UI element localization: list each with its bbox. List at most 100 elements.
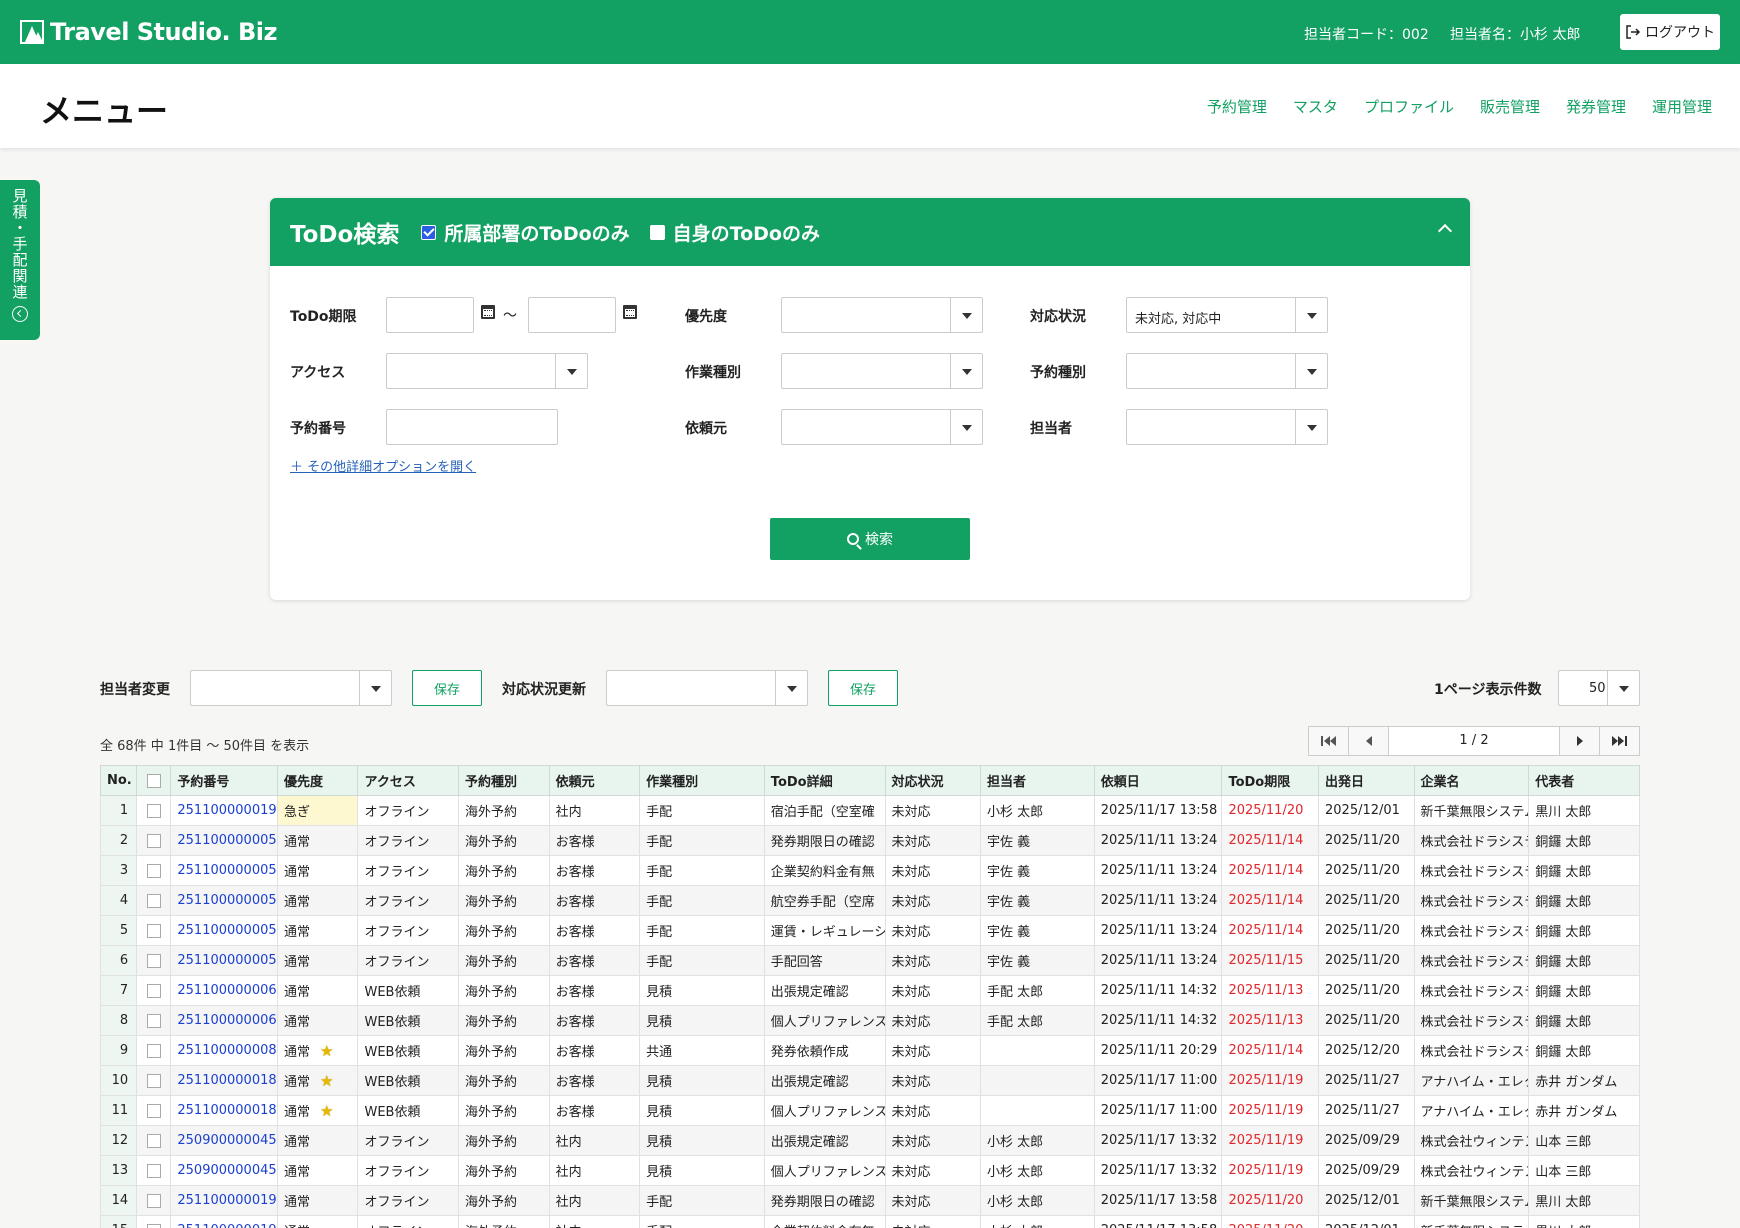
table-row[interactable]: 7 251100000006 通常 WEB依頼 海外予約 お客様 見積 出張規定確認 未対応 手配…: [99, 975, 1640, 1006]
access-select[interactable]: [386, 353, 588, 389]
prev-page-button[interactable]: [1349, 727, 1389, 755]
status-update-select[interactable]: [606, 670, 808, 706]
row-select-cell[interactable]: [136, 1185, 172, 1216]
per-page-select[interactable]: 50: [1558, 670, 1640, 706]
booking-no-cell[interactable]: 251100000019: [170, 795, 278, 826]
row-select-cell[interactable]: [136, 1155, 172, 1186]
booking-no-cell[interactable]: 251100000006: [170, 975, 278, 1006]
col-booking-no[interactable]: 予約番号: [170, 765, 278, 796]
chevron-down-icon[interactable]: [775, 671, 807, 705]
last-page-button[interactable]: [1599, 727, 1639, 755]
booking-no-cell[interactable]: 251100000005: [170, 855, 278, 886]
nav-ticketing[interactable]: 発券管理: [1566, 96, 1626, 117]
table-row[interactable]: 11 251100000018 通常 ★ WEB依頼海外予約お客様見積個人プリファレンス…: [99, 1095, 1640, 1126]
collapse-chevron-up-icon[interactable]: [1437, 223, 1453, 239]
work-type-select[interactable]: [781, 353, 983, 389]
booking-no-link[interactable]: 251100000019: [177, 1223, 276, 1228]
row-checkbox[interactable]: [146, 1073, 161, 1088]
search-button[interactable]: 検索: [770, 518, 970, 560]
row-checkbox[interactable]: [146, 983, 161, 998]
booking-no-link[interactable]: 251100000019: [177, 803, 276, 818]
table-row[interactable]: 15 251100000019通常オフライン海外予約社内手配企業契約料金有無未対応…: [99, 1215, 1640, 1228]
row-checkbox[interactable]: [146, 953, 161, 968]
table-row[interactable]: 8 251100000006 通常 WEB依頼海外予約お客様見積個人プリファレンス確未…: [99, 1005, 1640, 1036]
row-select-cell[interactable]: [136, 975, 172, 1006]
chevron-down-icon[interactable]: [950, 354, 982, 388]
checkbox-unchecked-icon[interactable]: [649, 224, 665, 240]
app-logo[interactable]: Travel Studio. Biz: [20, 16, 277, 48]
calendar-icon[interactable]: [623, 305, 637, 319]
assignee-change-select[interactable]: [190, 670, 392, 706]
booking-no-link[interactable]: 251100000005: [177, 863, 276, 878]
chevron-down-icon[interactable]: [1295, 354, 1327, 388]
booking-no-cell[interactable]: 251100000005: [170, 825, 278, 856]
checkbox-checked-icon[interactable]: [421, 224, 437, 240]
booking-no-link[interactable]: 251100000005: [177, 953, 276, 968]
booking-no-cell[interactable]: 251100000006: [170, 1005, 278, 1036]
row-select-cell[interactable]: [136, 795, 172, 826]
booking-no-cell[interactable]: 250900000045: [170, 1125, 278, 1156]
booking-no-cell[interactable]: 251100000019: [170, 1185, 278, 1216]
row-select-cell[interactable]: [136, 1215, 172, 1228]
booking-no-link[interactable]: 251100000006: [177, 983, 276, 998]
col-booking-type[interactable]: 予約種別: [458, 765, 550, 796]
booking-no-link[interactable]: 251100000005: [177, 893, 276, 908]
table-row[interactable]: 12 250900000045 通常 オフライン 海外予約 社内 見積 出張規定確認 未対応 小杉…: [99, 1125, 1640, 1156]
row-checkbox[interactable]: [146, 1103, 161, 1118]
col-access[interactable]: アクセス: [357, 765, 460, 796]
booking-no-cell[interactable]: 251100000018: [170, 1095, 278, 1126]
self-only-checkbox[interactable]: 自身のToDoのみ: [649, 219, 820, 246]
row-select-cell[interactable]: [136, 915, 172, 946]
booking-no-link[interactable]: 250900000045: [177, 1163, 276, 1178]
booking-no-link[interactable]: 251100000005: [177, 833, 276, 848]
row-checkbox[interactable]: [146, 803, 161, 818]
booking-no-cell[interactable]: 251100000019: [170, 1215, 278, 1228]
table-row[interactable]: 9 251100000008 通常 ★ WEB依頼 海外予約 お客様 共通 発券依頼作成 未対応 2…: [99, 1035, 1640, 1066]
table-row[interactable]: 14 251100000019 通常 オフライン 海外予約 社内 手配 発券期限日の確認 未対応…: [99, 1185, 1640, 1216]
chevron-down-icon[interactable]: [1295, 410, 1327, 444]
booking-no-link[interactable]: 251100000018: [177, 1073, 276, 1088]
row-checkbox[interactable]: [146, 923, 161, 938]
chevron-down-icon[interactable]: [950, 298, 982, 332]
row-select-cell[interactable]: [136, 855, 172, 886]
booking-no-link[interactable]: 251100000008: [177, 1043, 276, 1058]
chevron-down-icon[interactable]: [1295, 298, 1327, 332]
row-select-cell[interactable]: [136, 1005, 172, 1036]
col-priority[interactable]: 優先度: [276, 765, 359, 796]
row-checkbox[interactable]: [146, 863, 161, 878]
row-checkbox[interactable]: [146, 1223, 161, 1228]
side-tab-estimate[interactable]: 見積・手配関連: [0, 180, 40, 340]
row-select-cell[interactable]: [136, 945, 172, 976]
table-row[interactable]: 5 251100000005 通常 オフライン海外予約お客様手配運賃・レギュレーション…: [99, 915, 1640, 946]
table-row[interactable]: 6 251100000005 通常 オフライン 海外予約 お客様 手配 手配回答 未対応 宇佐 義…: [99, 945, 1640, 976]
booking-no-cell[interactable]: 251100000018: [170, 1065, 278, 1096]
row-checkbox[interactable]: [146, 1193, 161, 1208]
row-select-cell[interactable]: [136, 1035, 172, 1066]
assignee-select[interactable]: [1126, 409, 1328, 445]
logout-button[interactable]: ログアウト: [1620, 14, 1720, 50]
row-select-cell[interactable]: [136, 885, 172, 916]
booking-no-link[interactable]: 251100000006: [177, 1013, 276, 1028]
requester-select[interactable]: [781, 409, 983, 445]
booking-no-link[interactable]: 251100000005: [177, 923, 276, 938]
first-page-button[interactable]: [1309, 727, 1349, 755]
table-row[interactable]: 2 251100000005 通常 オフライン 海外予約 お客様 手配 発券期限日の確認 未対応…: [99, 825, 1640, 856]
col-work-type[interactable]: 作業種別: [639, 765, 765, 796]
booking-type-select[interactable]: [1126, 353, 1328, 389]
table-row[interactable]: 1 251100000019 急ぎ オフライン 海外予約 社内 手配 宿泊手配（空室確 未対応小…: [99, 795, 1640, 826]
booking-no-link[interactable]: 251100000019: [177, 1193, 276, 1208]
chevron-down-icon[interactable]: [359, 671, 391, 705]
booking-no-link[interactable]: 250900000045: [177, 1133, 276, 1148]
col-depart-date[interactable]: 出発日: [1318, 765, 1415, 796]
row-select-cell[interactable]: [136, 825, 172, 856]
save-status-button[interactable]: 保存: [828, 670, 898, 706]
booking-no-cell[interactable]: 251100000008: [170, 1035, 278, 1066]
more-options-link[interactable]: ＋ その他詳細オプションを開く: [290, 456, 476, 475]
booking-no-link[interactable]: 251100000018: [177, 1103, 276, 1118]
nav-sales[interactable]: 販売管理: [1480, 96, 1540, 117]
table-row[interactable]: 10 251100000018 通常 ★ WEB依頼 海外予約 お客様 見積 出張規定確認 未対応…: [99, 1065, 1640, 1096]
booking-no-cell[interactable]: 251100000005: [170, 885, 278, 916]
table-row[interactable]: 4 251100000005 通常 オフライン 海外予約 お客様 手配 航空券手配（空席 未対応…: [99, 885, 1640, 916]
row-checkbox[interactable]: [146, 833, 161, 848]
priority-select[interactable]: [781, 297, 983, 333]
